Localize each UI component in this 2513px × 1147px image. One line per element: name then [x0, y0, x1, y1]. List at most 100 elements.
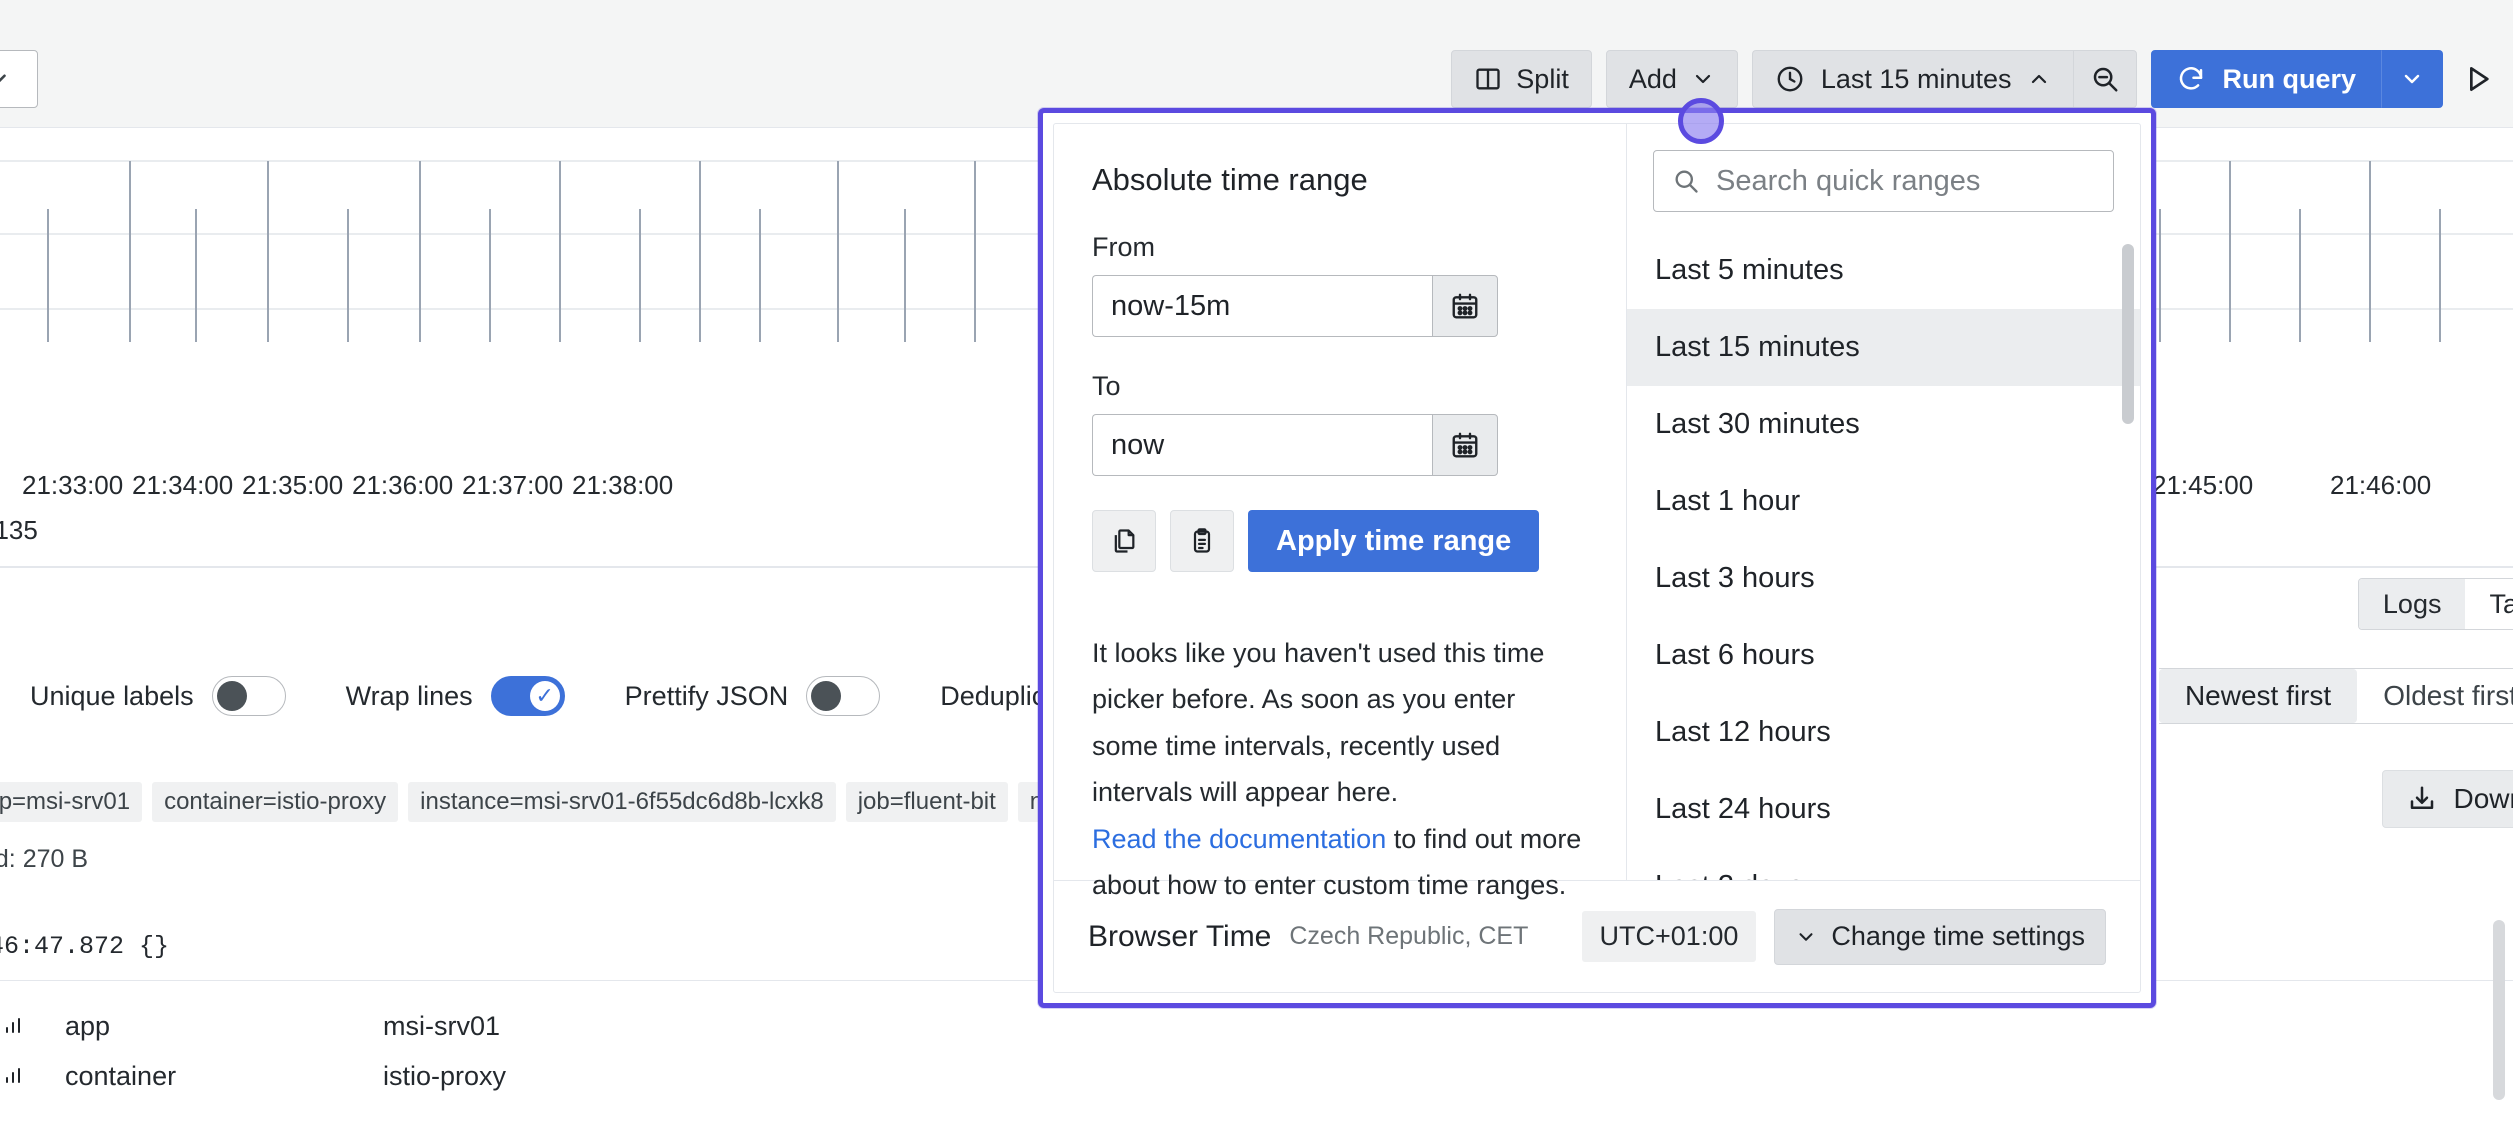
time-picker-panel: Absolute time range From To: [1053, 123, 2141, 993]
quick-range-item[interactable]: Last 1 hour: [1627, 463, 2140, 540]
detail-key: app: [65, 1010, 111, 1041]
chart-legend: : 135: [0, 515, 38, 545]
add-label: Add: [1628, 63, 1677, 94]
datasource-select[interactable]: [0, 50, 38, 108]
quick-range-item[interactable]: Last 12 hours: [1627, 694, 2140, 771]
detail-value: istio-proxy: [383, 1060, 507, 1091]
unique-labels-toggle[interactable]: [211, 676, 286, 716]
axis-tick-label: 21:35:00: [242, 470, 344, 500]
label-chip[interactable]: app=msi-srv01: [0, 782, 143, 822]
from-label: From: [1092, 232, 1155, 262]
detail-key: container: [65, 1060, 177, 1091]
log-stat-text: ssed: 270 B: [0, 845, 89, 873]
toggle-knob-check: ✓: [529, 681, 560, 711]
tab-logs[interactable]: Logs: [2358, 579, 2466, 629]
label-chip[interactable]: job=fluent-bit: [845, 782, 1008, 822]
page-scrollbar[interactable]: [2493, 920, 2505, 1100]
quick-range-item[interactable]: Last 3 hours: [1627, 540, 2140, 617]
time-range-actions: Apply time range: [1092, 510, 1588, 572]
unique-labels-control: Unique labels: [30, 676, 286, 716]
help-paragraph: It looks like you haven't used this time…: [1092, 638, 1545, 808]
quick-ranges-scrollbar[interactable]: [2122, 244, 2134, 424]
tab-table[interactable]: Ta: [2465, 579, 2513, 629]
zoom-out-icon: [2090, 64, 2120, 94]
time-range-button[interactable]: Last 15 minutes: [1751, 50, 2074, 108]
axis-tick-label: 21:33:00: [22, 470, 124, 500]
prettify-json-toggle[interactable]: [806, 676, 881, 716]
time-picker-popover: Absolute time range From To: [1038, 108, 2156, 1008]
quick-range-item-selected[interactable]: Last 15 minutes: [1627, 309, 2140, 386]
order-newest-first[interactable]: Newest first: [2158, 669, 2358, 723]
calendar-icon: [1450, 291, 1480, 321]
log-line: 21:46:47.872 {}: [0, 932, 170, 961]
utc-offset-badge: UTC+01:00: [1581, 911, 1757, 962]
zoom-out-button[interactable]: [2073, 50, 2138, 108]
toggle-knob: [811, 681, 842, 711]
paste-time-range-button[interactable]: [1170, 510, 1234, 572]
browser-time-label: Browser Time: [1088, 919, 1272, 953]
to-field-group: [1092, 414, 1588, 476]
quick-ranges-search-input[interactable]: [1714, 163, 2095, 199]
prettify-json-label: Prettify JSON: [624, 680, 789, 711]
to-input[interactable]: [1092, 414, 1432, 476]
split-panes-icon: [1474, 65, 1502, 93]
axis-tick-label: 21:34:00: [132, 470, 234, 500]
quick-range-item[interactable]: Last 30 minutes: [1627, 386, 2140, 463]
copy-icon: [1110, 527, 1138, 555]
calendar-icon: [1450, 430, 1480, 460]
clipboard-icon: [1188, 527, 1216, 555]
label-chip[interactable]: instance=msi-srv01-6f55dc6d8b-lcxk8: [408, 782, 836, 822]
add-button[interactable]: Add: [1605, 50, 1738, 108]
quick-range-item[interactable]: Last 5 minutes: [1627, 232, 2140, 309]
bar-chart-icon: [1, 1064, 27, 1088]
play-icon: [2462, 63, 2494, 95]
popover-drag-handle[interactable]: [1678, 98, 1724, 144]
run-query-button[interactable]: Run query: [2151, 50, 2381, 108]
from-calendar-button[interactable]: [1432, 275, 1498, 337]
toggle-knob: [216, 681, 247, 711]
bar-chart-icon: [1, 1014, 27, 1038]
order-oldest-first[interactable]: Oldest first: [2357, 669, 2513, 723]
apply-time-range-button[interactable]: Apply time range: [1248, 510, 1540, 572]
label-chip[interactable]: container=istio-proxy: [152, 782, 399, 822]
run-query-label: Run query: [2222, 63, 2356, 94]
download-button[interactable]: Download: [2382, 770, 2513, 828]
quick-ranges-search-box[interactable]: [1653, 150, 2114, 212]
quick-ranges-section: Last 5 minutes Last 15 minutes Last 30 m…: [1627, 124, 2140, 880]
to-calendar-button[interactable]: [1432, 414, 1498, 476]
to-label: To: [1092, 371, 1121, 401]
unique-labels-label: Unique labels: [30, 680, 194, 711]
quick-range-item[interactable]: Last 24 hours: [1627, 771, 2140, 848]
detail-row[interactable]: app msi-srv01: [1, 1001, 500, 1051]
log-order-tabs: Newest first Oldest first: [2158, 668, 2513, 724]
play-button[interactable]: [2443, 50, 2513, 108]
split-button[interactable]: Split: [1451, 50, 1592, 108]
chevron-up-icon: [2027, 67, 2051, 91]
axis-tick-label: 21:45:00: [2152, 470, 2254, 500]
wrap-lines-toggle[interactable]: ✓: [490, 676, 565, 716]
chevron-down-icon: [2400, 67, 2424, 91]
search-icon: [1672, 167, 1700, 195]
quick-ranges-list: Last 5 minutes Last 15 minutes Last 30 m…: [1627, 232, 2140, 880]
change-time-settings-button[interactable]: Change time settings: [1774, 908, 2106, 965]
chevron-down-icon: [1795, 926, 1817, 948]
time-picker-help: It looks like you haven't used this time…: [1092, 630, 1588, 909]
detail-row[interactable]: container istio-proxy: [1, 1051, 506, 1101]
chevron-down-icon: [1691, 67, 1715, 91]
quick-range-item[interactable]: Last 6 hours: [1627, 617, 2140, 694]
refresh-icon: [2176, 64, 2206, 94]
logs-view-tabs: Logs Ta: [2357, 578, 2513, 630]
prettify-json-control: Prettify JSON: [625, 676, 881, 716]
chevron-down-icon: [0, 66, 11, 92]
split-label: Split: [1516, 63, 1569, 94]
from-input[interactable]: [1092, 275, 1432, 337]
copy-time-range-button[interactable]: [1092, 510, 1156, 572]
wrap-lines-label: Wrap lines: [345, 680, 473, 711]
documentation-link[interactable]: Read the documentation: [1092, 824, 1386, 854]
quick-range-item[interactable]: Last 2 days: [1627, 848, 2140, 880]
axis-tick-label: 21:36:00: [352, 470, 454, 500]
run-query-options-button[interactable]: [2381, 50, 2443, 108]
axis-tick-label: 21:46:00: [2330, 470, 2432, 500]
absolute-time-range-title: Absolute time range: [1092, 162, 1368, 197]
wrap-lines-control: Wrap lines ✓: [346, 676, 565, 716]
